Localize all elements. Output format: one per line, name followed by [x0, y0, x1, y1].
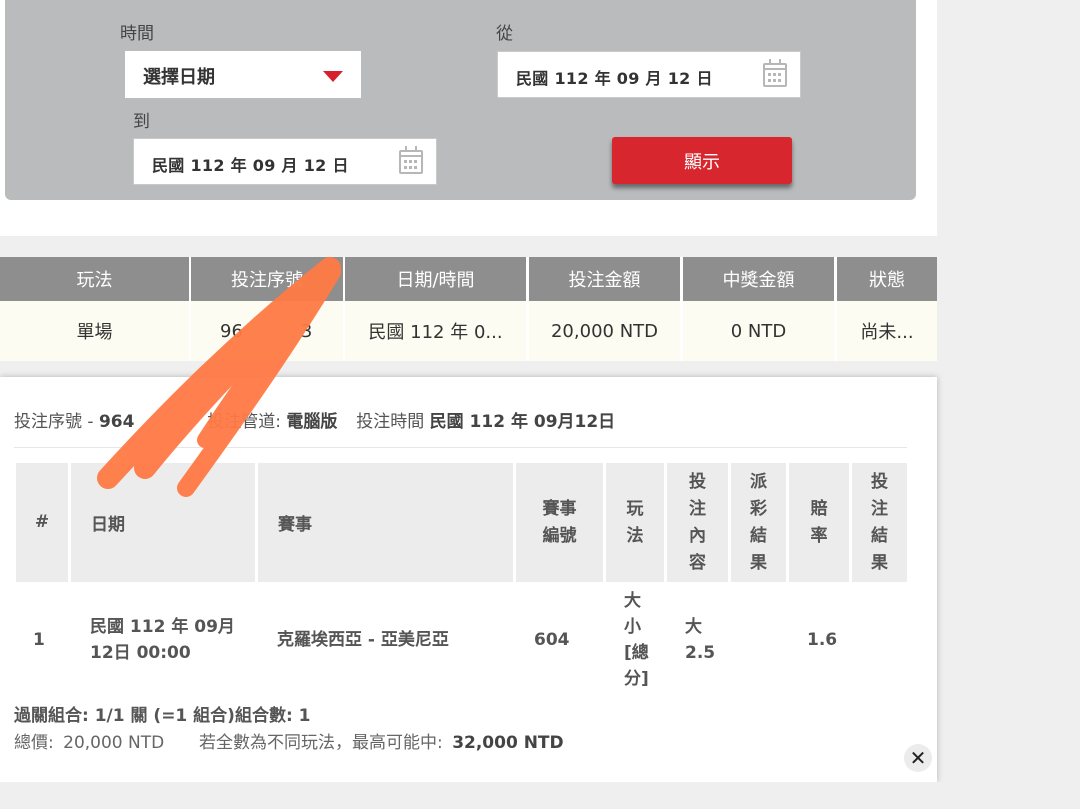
- row-date: 民國 112 年 09月 12日 00:00: [90, 617, 235, 663]
- table-cell: 0 NTD: [683, 301, 834, 361]
- table-cell: 20,000 NTD: [529, 301, 680, 361]
- col-event: 賽事: [258, 463, 513, 582]
- channel-value: 電腦版: [286, 412, 338, 432]
- col-odds-label: 賠率: [810, 498, 828, 546]
- time-label: 時間: [120, 24, 154, 44]
- col-result-label: 投注結果: [871, 471, 888, 573]
- column-header: 玩法: [0, 257, 189, 301]
- serial-label: 投注序號: [14, 412, 82, 432]
- to-date-value: 民國 112 年 09 月 12 日: [152, 156, 349, 175]
- column-header: 投注序號: [191, 257, 343, 301]
- bet-time-value: 民國 112 年 09月12日: [429, 412, 616, 432]
- col-payout: 派彩結果: [731, 463, 786, 582]
- col-bet-content-label: 投注內容: [689, 471, 706, 573]
- calendar-icon[interactable]: [763, 59, 787, 87]
- table-cell: 民國 112 年 0...: [345, 301, 526, 361]
- calendar-icon[interactable]: [399, 146, 423, 174]
- parlay-summary: 過關組合: 1/1 關 (=1 組合)組合數: 1: [14, 706, 311, 726]
- from-date-value: 民國 112 年 09 月 12 日: [516, 69, 713, 88]
- serial-partial: 96: [220, 320, 243, 342]
- price-summary: 總價: 20,000 NTD 若全數為不同玩法，最高可能中: 32,000 NT…: [14, 728, 564, 753]
- channel-label: 投注管道:: [207, 412, 281, 432]
- row-index: 1: [33, 630, 45, 650]
- row-event: 克羅埃西亞 - 亞美尼亞: [277, 630, 449, 650]
- col-date: 日期: [71, 463, 255, 582]
- column-header: 日期/時間: [345, 257, 526, 301]
- col-index: #: [16, 463, 68, 582]
- col-play-label: 玩法: [626, 498, 644, 546]
- row-play: 大小[總分]: [624, 591, 649, 689]
- close-icon[interactable]: ✕: [904, 744, 932, 772]
- serial-value: 964: [98, 412, 135, 432]
- total-value: 20,000 NTD: [63, 733, 165, 753]
- max-win-label: 若全數為不同玩法，最高可能中:: [199, 733, 443, 753]
- col-event-no-label: 賽事編號: [542, 498, 577, 546]
- filter-panel: 時間 選擇日期 從 民國 112 年 09 月 12 日 到 民國 112 年 …: [5, 0, 916, 200]
- col-odds: 賠率: [789, 463, 849, 582]
- status-cell: 尚未...: [837, 301, 937, 361]
- bet-time-label: 投注時間: [356, 412, 425, 432]
- column-header: 中獎金額: [683, 257, 834, 301]
- table-cell: 單場: [0, 301, 189, 361]
- to-date-field[interactable]: 民國 112 年 09 月 12 日: [133, 138, 437, 185]
- table-row[interactable]: 單場 96 3 民國 112 年 0... 20,000 NTD 0 NTD 尚…: [0, 301, 937, 361]
- bet-detail-panel: 投注序號 - 964 投注管道: 電腦版 投注時間 民國 112 年 09月12…: [0, 377, 937, 782]
- max-win-value: 32,000 NTD: [452, 733, 564, 753]
- from-label: 從: [496, 24, 513, 44]
- divider: [14, 447, 907, 448]
- page-footer-bg: [0, 782, 1080, 809]
- table-header-row: 玩法 投注序號 日期/時間 投注金額 中獎金額 狀態: [0, 257, 937, 301]
- show-button[interactable]: 顯示: [612, 137, 792, 184]
- bet-meta-line: 投注序號 - 964 投注管道: 電腦版 投注時間 民國 112 年 09月12…: [14, 412, 616, 432]
- col-bet-content: 投注內容: [667, 463, 728, 582]
- col-result: 投注結果: [852, 463, 907, 582]
- row-bet-content: 大 2.5: [685, 617, 716, 663]
- date-range-select[interactable]: 選擇日期: [125, 51, 361, 98]
- col-event-no: 賽事編號: [516, 463, 603, 582]
- col-play: 玩法: [606, 463, 664, 582]
- total-label: 總價:: [14, 733, 54, 753]
- row-odds: 1.6: [807, 630, 838, 650]
- col-payout-label: 派彩結果: [750, 471, 767, 573]
- row-event-no: 604: [534, 630, 570, 650]
- serial-partial-tail: 3: [300, 320, 313, 342]
- date-range-select-value: 選擇日期: [143, 67, 215, 88]
- table-cell: 96 3: [191, 301, 343, 361]
- chevron-down-icon: [323, 71, 343, 82]
- from-date-field[interactable]: 民國 112 年 09 月 12 日: [497, 51, 801, 98]
- column-header: 投注金額: [529, 257, 680, 301]
- to-label: 到: [133, 112, 150, 132]
- column-header: 狀態: [837, 257, 937, 301]
